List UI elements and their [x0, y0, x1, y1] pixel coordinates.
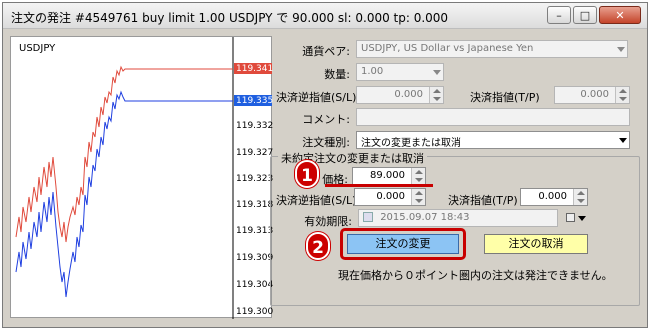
- chevron-down-icon: [433, 70, 441, 75]
- stop-loss-value: 0.000: [394, 89, 423, 100]
- price-highlight-underline: [325, 184, 433, 187]
- title-bar: 注文の発注 #4549761 buy limit 1.00 USDJPY で 9…: [3, 3, 647, 29]
- calendar-checkbox-icon[interactable]: [363, 212, 373, 222]
- chevron-down-icon: [617, 47, 625, 52]
- price-tick-label: 119.304: [236, 280, 274, 290]
- price-tick-label: 119.300: [236, 307, 274, 317]
- take-profit-input[interactable]: 0.000: [554, 86, 630, 104]
- pending-take-profit-value: 0.000: [538, 191, 567, 202]
- order-type-value: 注文の変更または取消: [361, 138, 461, 149]
- currency-pair-label: 通貨ペア:: [302, 45, 350, 58]
- stepper-icon[interactable]: [411, 168, 425, 184]
- close-button[interactable]: ✕: [599, 6, 641, 24]
- pending-stop-loss-value: 0.000: [376, 191, 405, 202]
- stepper-icon[interactable]: [411, 189, 425, 205]
- quantity-value: 1.00: [361, 66, 384, 77]
- expiry-value: 2015.09.07 18:43: [380, 212, 470, 223]
- chevron-down-icon: [619, 138, 627, 143]
- take-profit-label: 決済指値(T/P): [470, 91, 540, 104]
- price-tick-label: 119.318: [236, 200, 274, 210]
- chart-symbol: USDJPY: [19, 43, 56, 54]
- ask-price-tag-label: 119.335: [236, 96, 274, 106]
- stepper-icon[interactable]: [429, 87, 443, 103]
- order-type-select[interactable]: 注文の変更または取消: [356, 131, 630, 149]
- modify-order-button[interactable]: 注文の変更: [347, 234, 459, 254]
- pending-note: 現在価格から０ポイント圏内の注文は発注できません。: [338, 269, 613, 282]
- bid-price-tag-label: 119.341: [236, 64, 274, 74]
- pending-take-profit-label: 決済指値(T/P): [448, 194, 518, 207]
- comment-label: コメント:: [302, 113, 350, 126]
- pending-stop-loss-label: 決済逆指値(S/L): [276, 194, 357, 207]
- quantity-label: 数量:: [324, 68, 350, 81]
- price-tick-label: 119.323: [236, 174, 274, 184]
- annotation-marker-2: 2: [306, 232, 330, 260]
- order-type-label: 注文種別:: [302, 136, 350, 149]
- annotation-marker-1: 1: [295, 160, 319, 188]
- window-title: 注文の発注 #4549761 buy limit 1.00 USDJPY で 9…: [11, 11, 449, 25]
- currency-pair-select[interactable]: USDJPY, US Dollar vs Japanese Yen: [356, 40, 628, 58]
- chart-canvas: [15, 37, 272, 319]
- window-controls: – □ ✕: [547, 6, 641, 24]
- maximize-button[interactable]: □: [573, 6, 597, 24]
- expiry-input[interactable]: 2015.09.07 18:43: [358, 209, 558, 227]
- price-value: 89.000: [370, 170, 405, 181]
- price-tick-label: 119.313: [236, 226, 274, 236]
- stop-loss-input[interactable]: 0.000: [356, 86, 444, 104]
- cancel-order-button[interactable]: 注文の取消: [484, 234, 588, 254]
- stop-loss-label: 決済逆指値(S/L): [276, 91, 357, 104]
- pending-stop-loss-input[interactable]: 0.000: [354, 188, 426, 206]
- take-profit-value: 0.000: [580, 89, 609, 100]
- currency-pair-value: USDJPY, US Dollar vs Japanese Yen: [361, 43, 534, 54]
- quantity-select[interactable]: 1.00: [356, 63, 444, 81]
- price-tick-label: 119.332: [236, 121, 274, 131]
- expiry-label: 有効期限:: [304, 215, 352, 228]
- price-input[interactable]: 89.000: [352, 167, 426, 185]
- comment-input[interactable]: [356, 108, 630, 126]
- price-tick-label: 119.327: [236, 148, 274, 158]
- price-tick-label: 119.309: [236, 253, 274, 263]
- calendar-dropdown-icon[interactable]: [566, 211, 586, 225]
- stepper-icon[interactable]: [573, 189, 587, 205]
- minimize-button[interactable]: –: [547, 6, 571, 24]
- stepper-icon[interactable]: [615, 87, 629, 103]
- price-chart: USDJPY 119.341 119.335 119.332 119.327 119…: [10, 36, 274, 319]
- pending-take-profit-input[interactable]: 0.000: [520, 188, 588, 206]
